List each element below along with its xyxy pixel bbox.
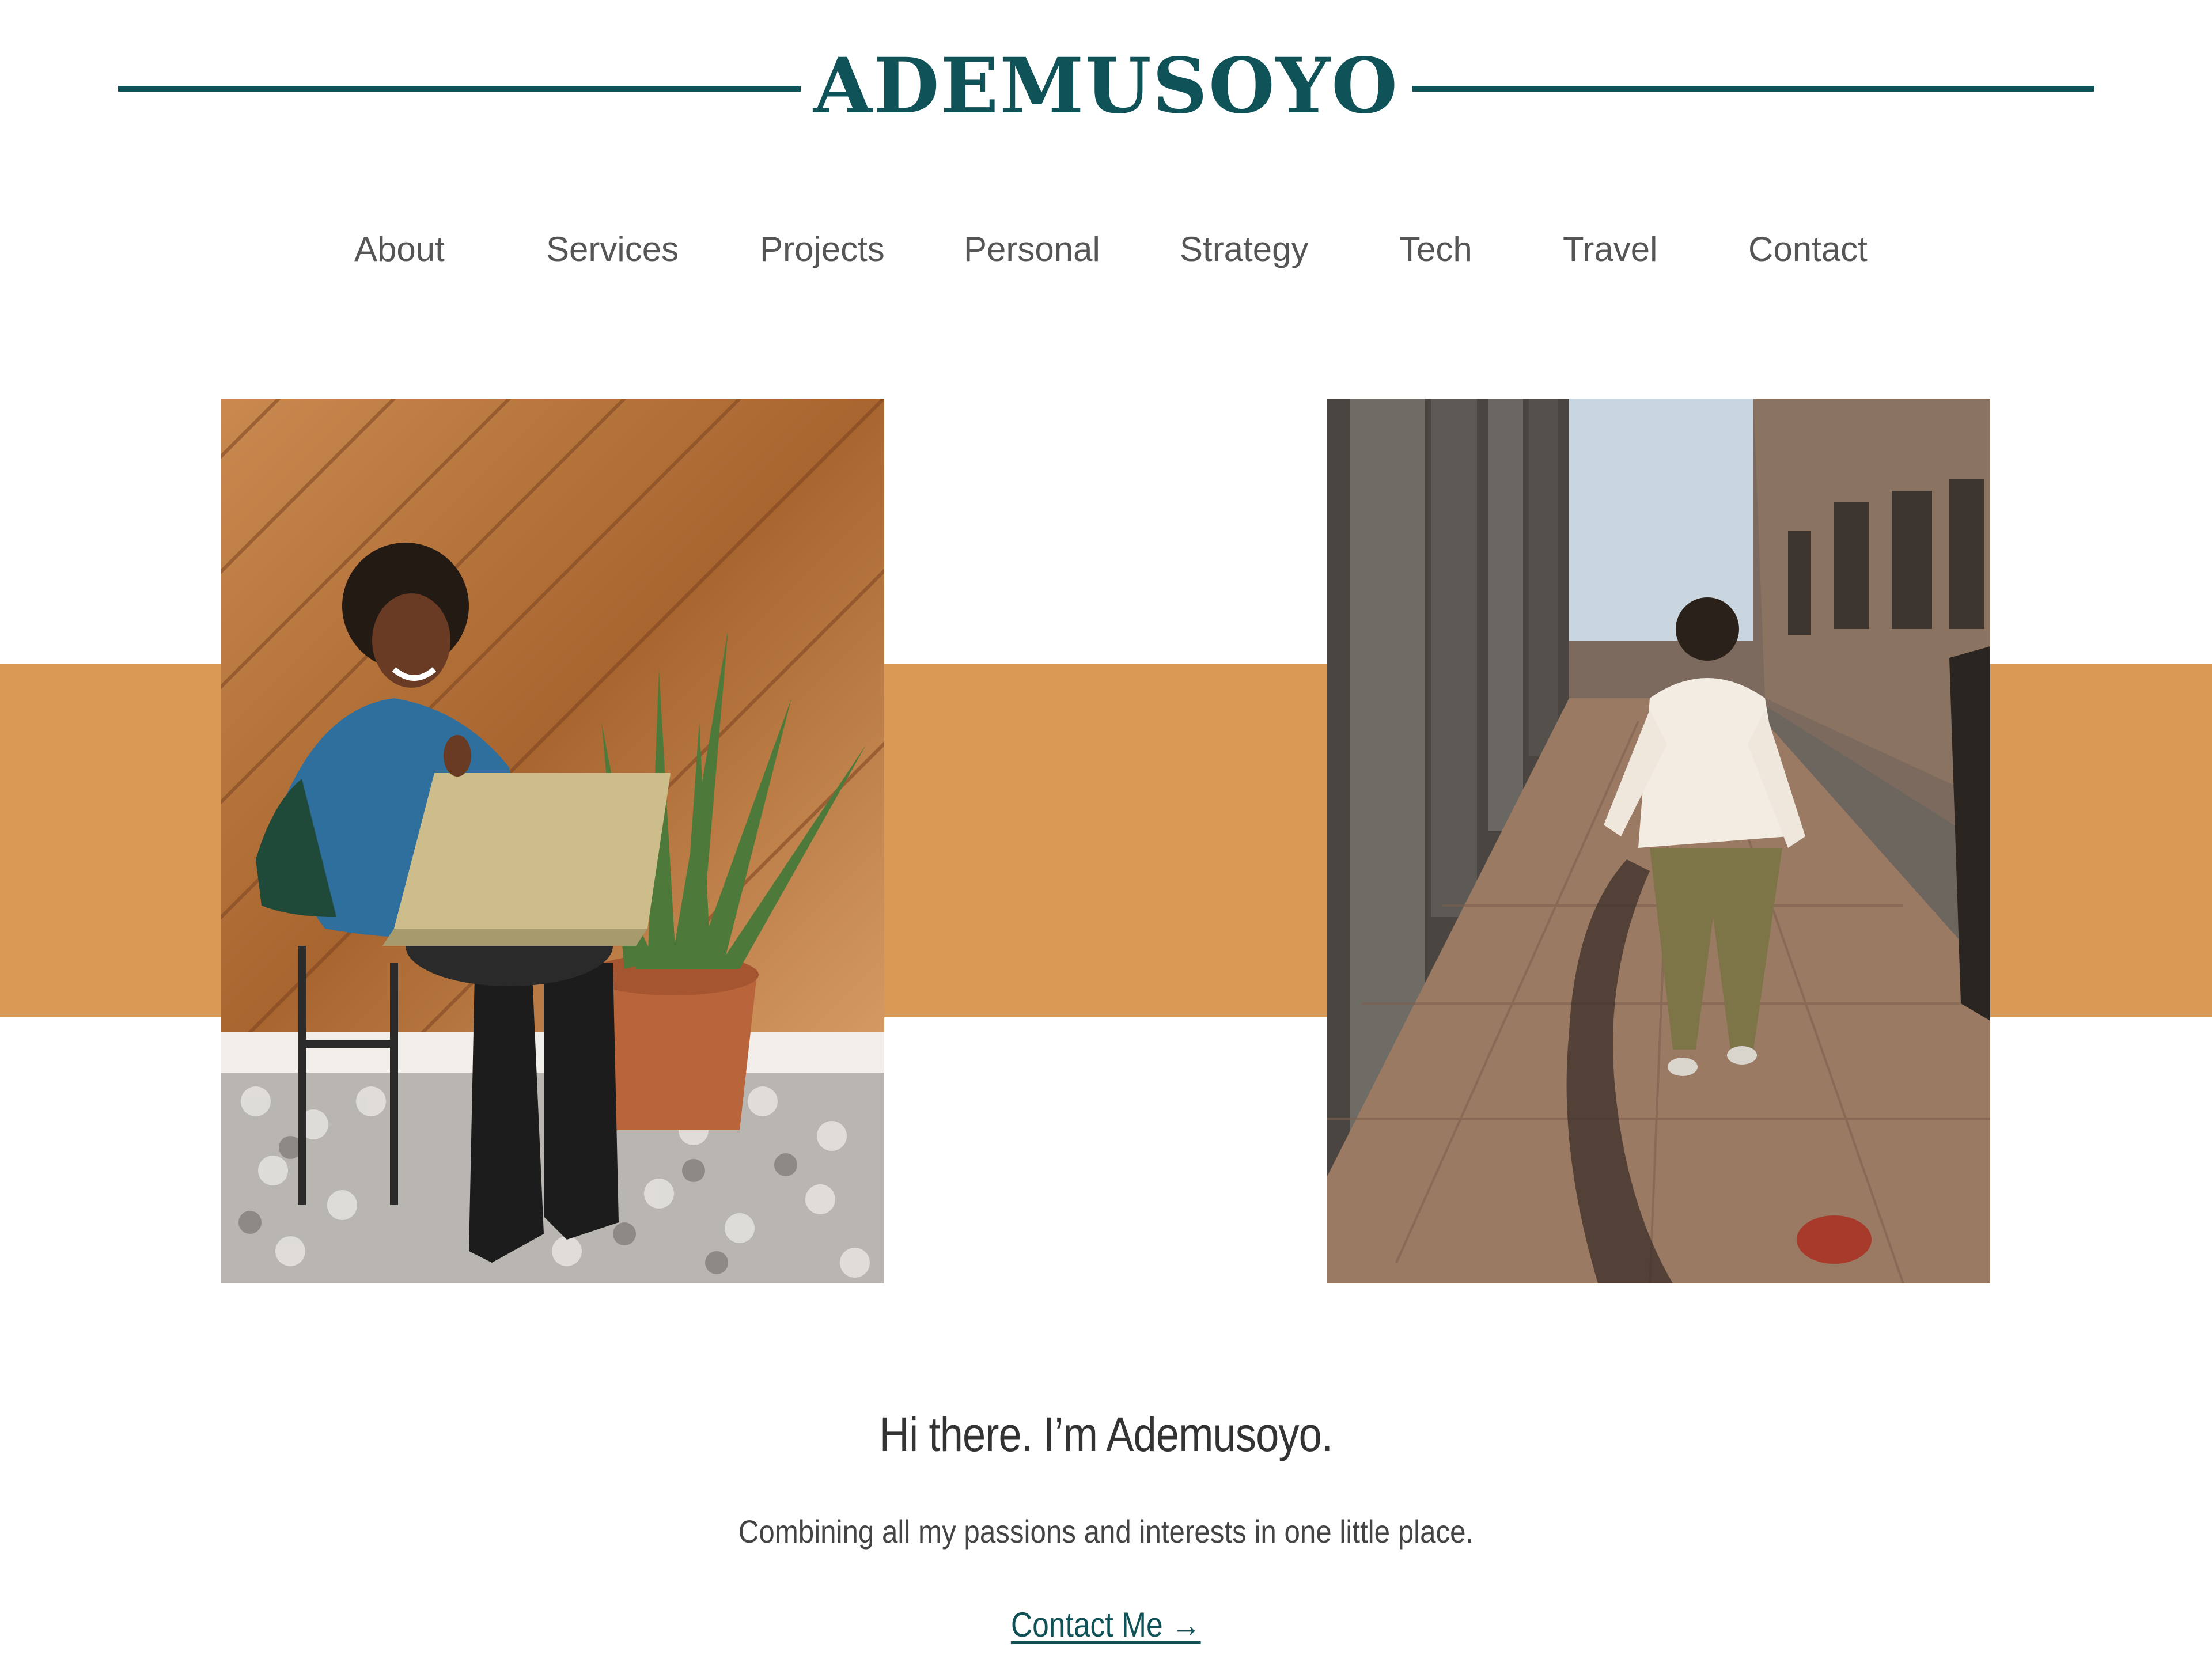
header-rule-right (1412, 86, 2094, 92)
nav-item-travel[interactable]: Travel (1563, 224, 1657, 275)
nav-item-about[interactable]: About (354, 224, 445, 275)
header-rule-left (118, 86, 801, 92)
intro-tagline: Combining all my passions and interests … (738, 1513, 1474, 1550)
contact-me-link[interactable]: Contact Me → (1011, 1597, 1201, 1653)
woman-with-laptop-photo (221, 399, 884, 1283)
main-nav: About Services Projects Personal Strateg… (0, 224, 2212, 275)
nav-item-projects[interactable]: Projects (760, 224, 885, 275)
site-logo[interactable]: ADEMUSOYO (806, 40, 1406, 132)
woman-walking-street-photo (1327, 399, 1990, 1283)
nav-item-contact[interactable]: Contact (1748, 224, 1868, 275)
nav-item-personal[interactable]: Personal (964, 224, 1100, 275)
intro-headline: Hi there. I’m Ademusoyo. (879, 1407, 1333, 1461)
nav-item-tech[interactable]: Tech (1399, 224, 1472, 275)
nav-item-strategy[interactable]: Strategy (1180, 224, 1308, 275)
nav-item-services[interactable]: Services (546, 224, 679, 275)
